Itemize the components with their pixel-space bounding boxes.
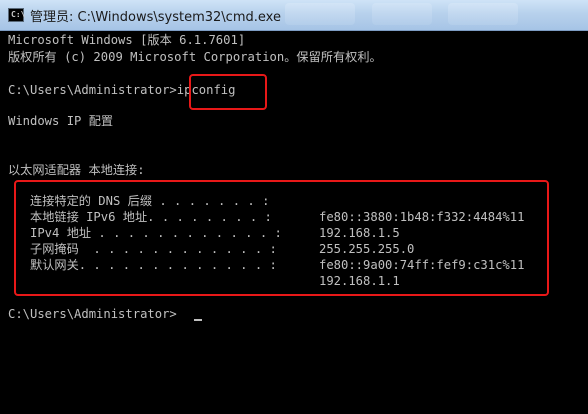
cmd-window: C:\ 管理员: C:\Windows\system32\cmd.exe Mic… xyxy=(0,0,588,414)
copyright-line: 版权所有 (c) 2009 Microsoft Corporation。保留所有… xyxy=(8,50,382,64)
window-title: 管理员: C:\Windows\system32\cmd.exe xyxy=(30,10,281,25)
version-line: Microsoft Windows [版本 6.1.7601] xyxy=(8,33,246,47)
title-bar-reflection xyxy=(448,3,518,25)
cmd-icon-text: C:\ xyxy=(11,10,26,19)
prompt: C:\Users\Administrator> xyxy=(8,83,177,97)
highlight-output-box xyxy=(14,180,549,296)
title-bar[interactable]: C:\ 管理员: C:\Windows\system32\cmd.exe xyxy=(0,0,588,31)
final-prompt: C:\Users\Administrator> xyxy=(8,307,177,321)
title-bar-reflection xyxy=(372,3,432,25)
ip-config-title: Windows IP 配置 xyxy=(8,114,114,128)
cmd-icon[interactable]: C:\ xyxy=(8,8,26,22)
title-bar-reflection xyxy=(285,3,355,25)
highlight-command-box xyxy=(189,74,267,110)
text-cursor xyxy=(194,319,202,321)
adapter-header: 以太网适配器 本地连接: xyxy=(8,163,145,177)
